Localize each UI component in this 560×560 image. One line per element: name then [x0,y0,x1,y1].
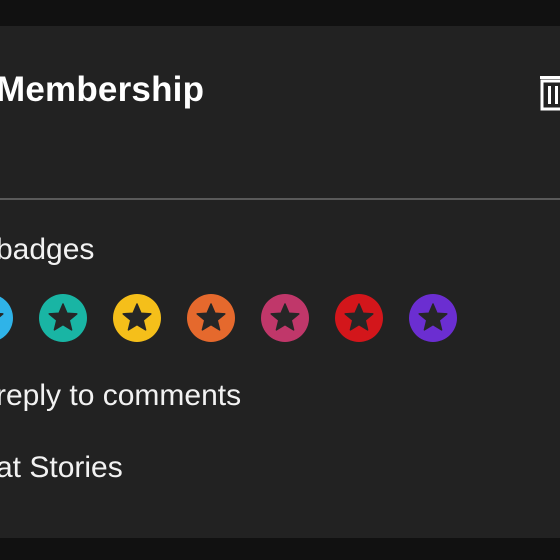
star-icon [344,303,374,331]
perk-badges: badges [0,233,95,266]
star-icon [418,303,448,331]
delete-icon[interactable] [536,72,560,112]
section-divider [0,198,560,200]
star-icon [48,303,78,331]
star-icon [270,303,300,331]
perk-stories: at Stories [0,451,123,484]
badge-red [335,294,383,342]
badge-pink [261,294,309,342]
badge-teal [39,294,87,342]
badge-yellow [113,294,161,342]
badge-purple [409,294,457,342]
star-icon [122,303,152,331]
star-icon [0,312,4,318]
perk-reply-to-comments: reply to comments [0,379,242,412]
membership-panel: Membership badges reply to comments at S… [0,26,560,538]
page-title: Membership [0,70,205,109]
badge-sky [0,294,13,342]
badge-orange [187,294,235,342]
star-icon [196,303,226,331]
